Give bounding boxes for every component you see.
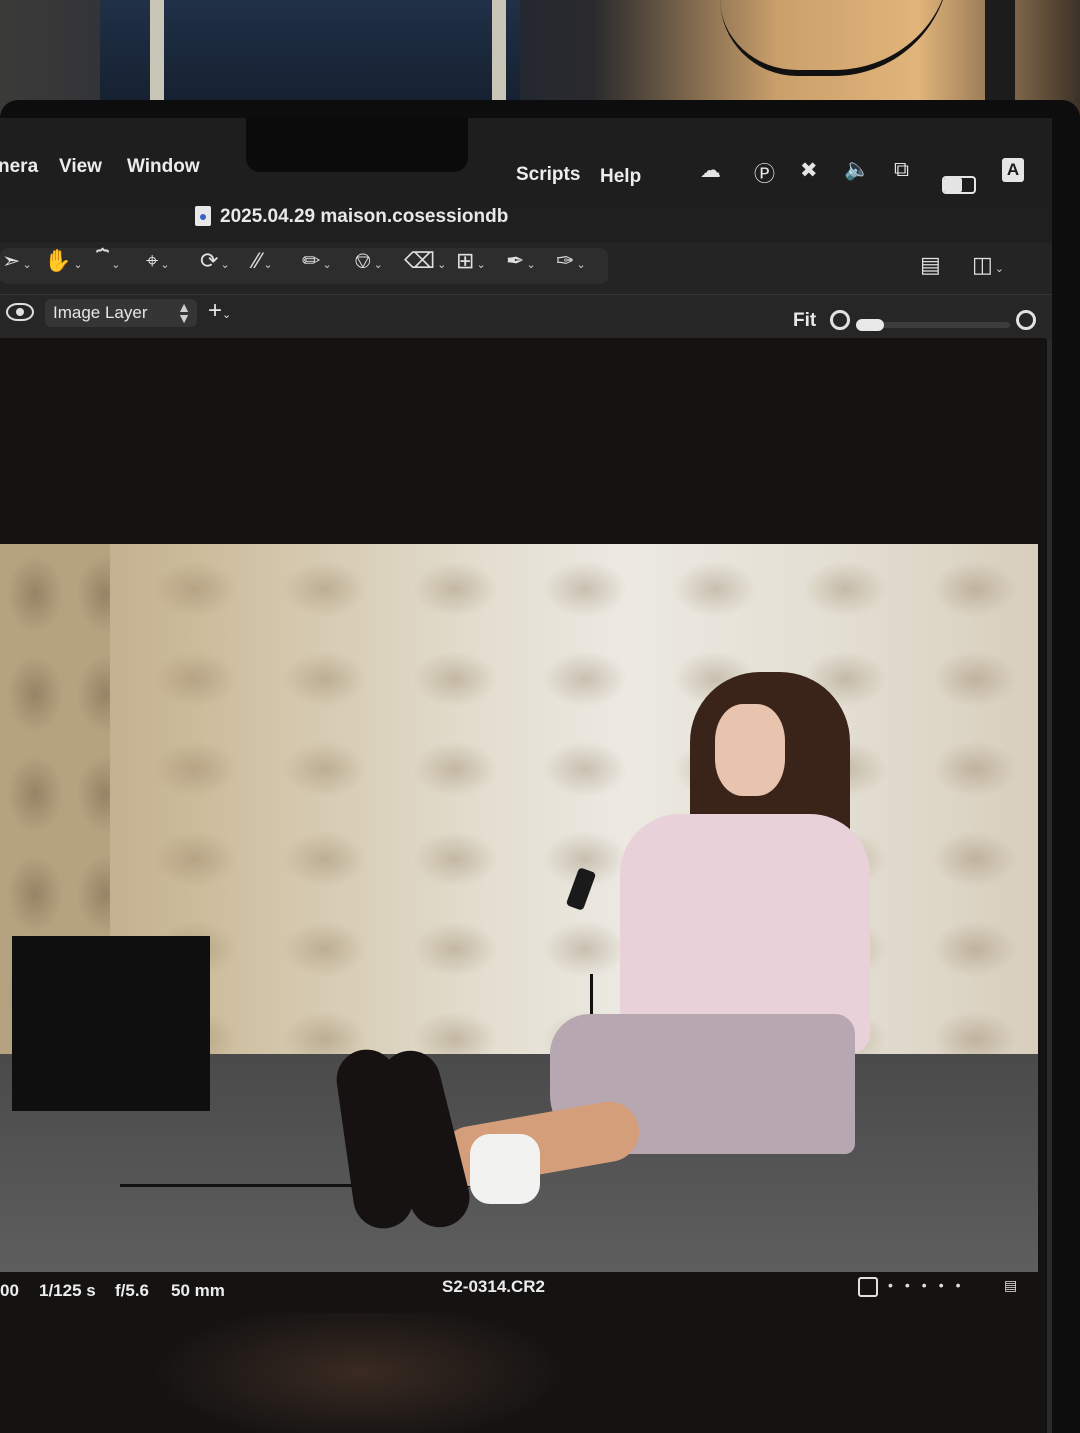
menu-camera[interactable]: nera (0, 156, 38, 178)
hand-tool-icon[interactable]: ✋ ⌄ (44, 248, 83, 274)
rating-dots-icon[interactable]: ••••• (888, 1277, 973, 1293)
white-sock (470, 1134, 540, 1204)
annotation-tool-icon[interactable]: ⊞ ⌄ (456, 248, 486, 274)
laptop-screen: nera View Window Scripts Help ☁ Ⓟ ✖ 🔈 ⧉ … (0, 118, 1052, 1433)
picker-tool-icon[interactable]: ✏ ⌄ (302, 248, 332, 274)
menu-help[interactable]: Help (600, 166, 641, 188)
input-source-icon[interactable]: A (1002, 158, 1024, 182)
keystone-tool-icon[interactable]: ⏞ ⌄ (96, 248, 120, 274)
screen-reflection (0, 1313, 1045, 1433)
list-icon[interactable]: ▤ (1004, 1277, 1017, 1294)
focal-length-value: 50 mm (171, 1281, 225, 1300)
menu-scripts[interactable]: Scripts (516, 164, 580, 186)
camera-notch (246, 118, 468, 172)
zoom-slider-knob[interactable] (856, 319, 884, 331)
filename-label: S2-0314.CR2 (442, 1277, 546, 1296)
bluetooth-off-icon[interactable]: ✖ (800, 158, 818, 183)
screen-mirror-icon[interactable]: ⧉ (894, 158, 909, 182)
shutter-value: 1/125 s (39, 1281, 96, 1300)
tool-bar: ➣ ⌄ ✋ ⌄ ⏞ ⌄ ⌖ ⌄ ⟳ ⌄ ⁄⁄ ⌄ ✏ ⌄ ⎊ ⌄ ⌫ ⌄ ⊞ ⌄ ✒ ⌄ ✑ ⌄ ▤ ◫… (0, 242, 1052, 294)
menu-bar: nera View Window Scripts Help ☁ Ⓟ ✖ 🔈 ⧉ … (0, 118, 1052, 206)
battery-icon[interactable] (942, 176, 976, 194)
session-document-icon (195, 206, 211, 226)
viewmode-icon[interactable] (858, 1277, 878, 1297)
plus-icon: + (208, 297, 223, 324)
photo-preview[interactable] (0, 544, 1038, 1272)
zoom-fit-button[interactable]: Fit (793, 310, 816, 332)
window-titlebar (0, 206, 1052, 242)
rotate-tool-icon[interactable]: ⟳ ⌄ (200, 248, 230, 274)
crop-tool-icon[interactable]: ⌖ ⌄ (146, 248, 170, 274)
filmstrip-panel[interactable] (1047, 338, 1052, 1433)
aperture-value: f/5.6 (115, 1281, 150, 1300)
model-face (715, 704, 785, 796)
jacket-stripe (492, 0, 506, 110)
alignment-icon[interactable]: ▤ (920, 252, 941, 278)
studio-cable (720, 0, 950, 76)
eye-icon[interactable] (6, 303, 34, 321)
layer-bar: Image Layer ▲ ▼ +⌄ Fit (0, 294, 1052, 339)
cursor-tool-icon[interactable]: ➣ ⌄ (2, 248, 32, 274)
updown-chevron-icon: ▲ ▼ (177, 299, 191, 326)
menu-window[interactable]: Window (127, 156, 200, 178)
compare-icon[interactable]: ◫ ⌄ (972, 252, 1004, 278)
grid-icon[interactable]: ▦ (1050, 252, 1052, 278)
gradient-tool-icon[interactable]: ✑ ⌄ (556, 248, 586, 274)
volume-icon[interactable]: 🔈 (844, 158, 870, 182)
eraser-tool-icon[interactable]: ⌫ ⌄ (404, 248, 446, 274)
chevron-down-icon: ⌄ (222, 309, 232, 321)
capture-info-bar: 00 1/125 s f/5.6 50 mm S2-0314.CR2 •••••… (0, 1277, 1045, 1311)
zoom-out-icon[interactable] (830, 310, 850, 330)
healing-tool-icon[interactable]: ⎊ ⌄ (354, 248, 383, 274)
add-layer-button[interactable]: +⌄ (208, 297, 231, 325)
layer-select[interactable]: Image Layer ▲ ▼ (45, 299, 197, 327)
iso-value: 00 (0, 1281, 19, 1300)
menu-view[interactable]: View (59, 156, 102, 178)
w-circle-icon[interactable]: Ⓟ (754, 158, 775, 188)
creative-cloud-icon[interactable]: ☁ (700, 158, 721, 183)
straighten-tool-icon[interactable]: ⁄⁄ ⌄ (254, 248, 273, 274)
jacket-stripe (150, 0, 164, 110)
zoom-in-icon[interactable] (1016, 310, 1036, 330)
layer-name: Image Layer (53, 303, 148, 322)
brush-tool-icon[interactable]: ✒ ⌄ (506, 248, 536, 274)
window-title: 2025.04.29 maison.cosessiondb (220, 206, 509, 227)
